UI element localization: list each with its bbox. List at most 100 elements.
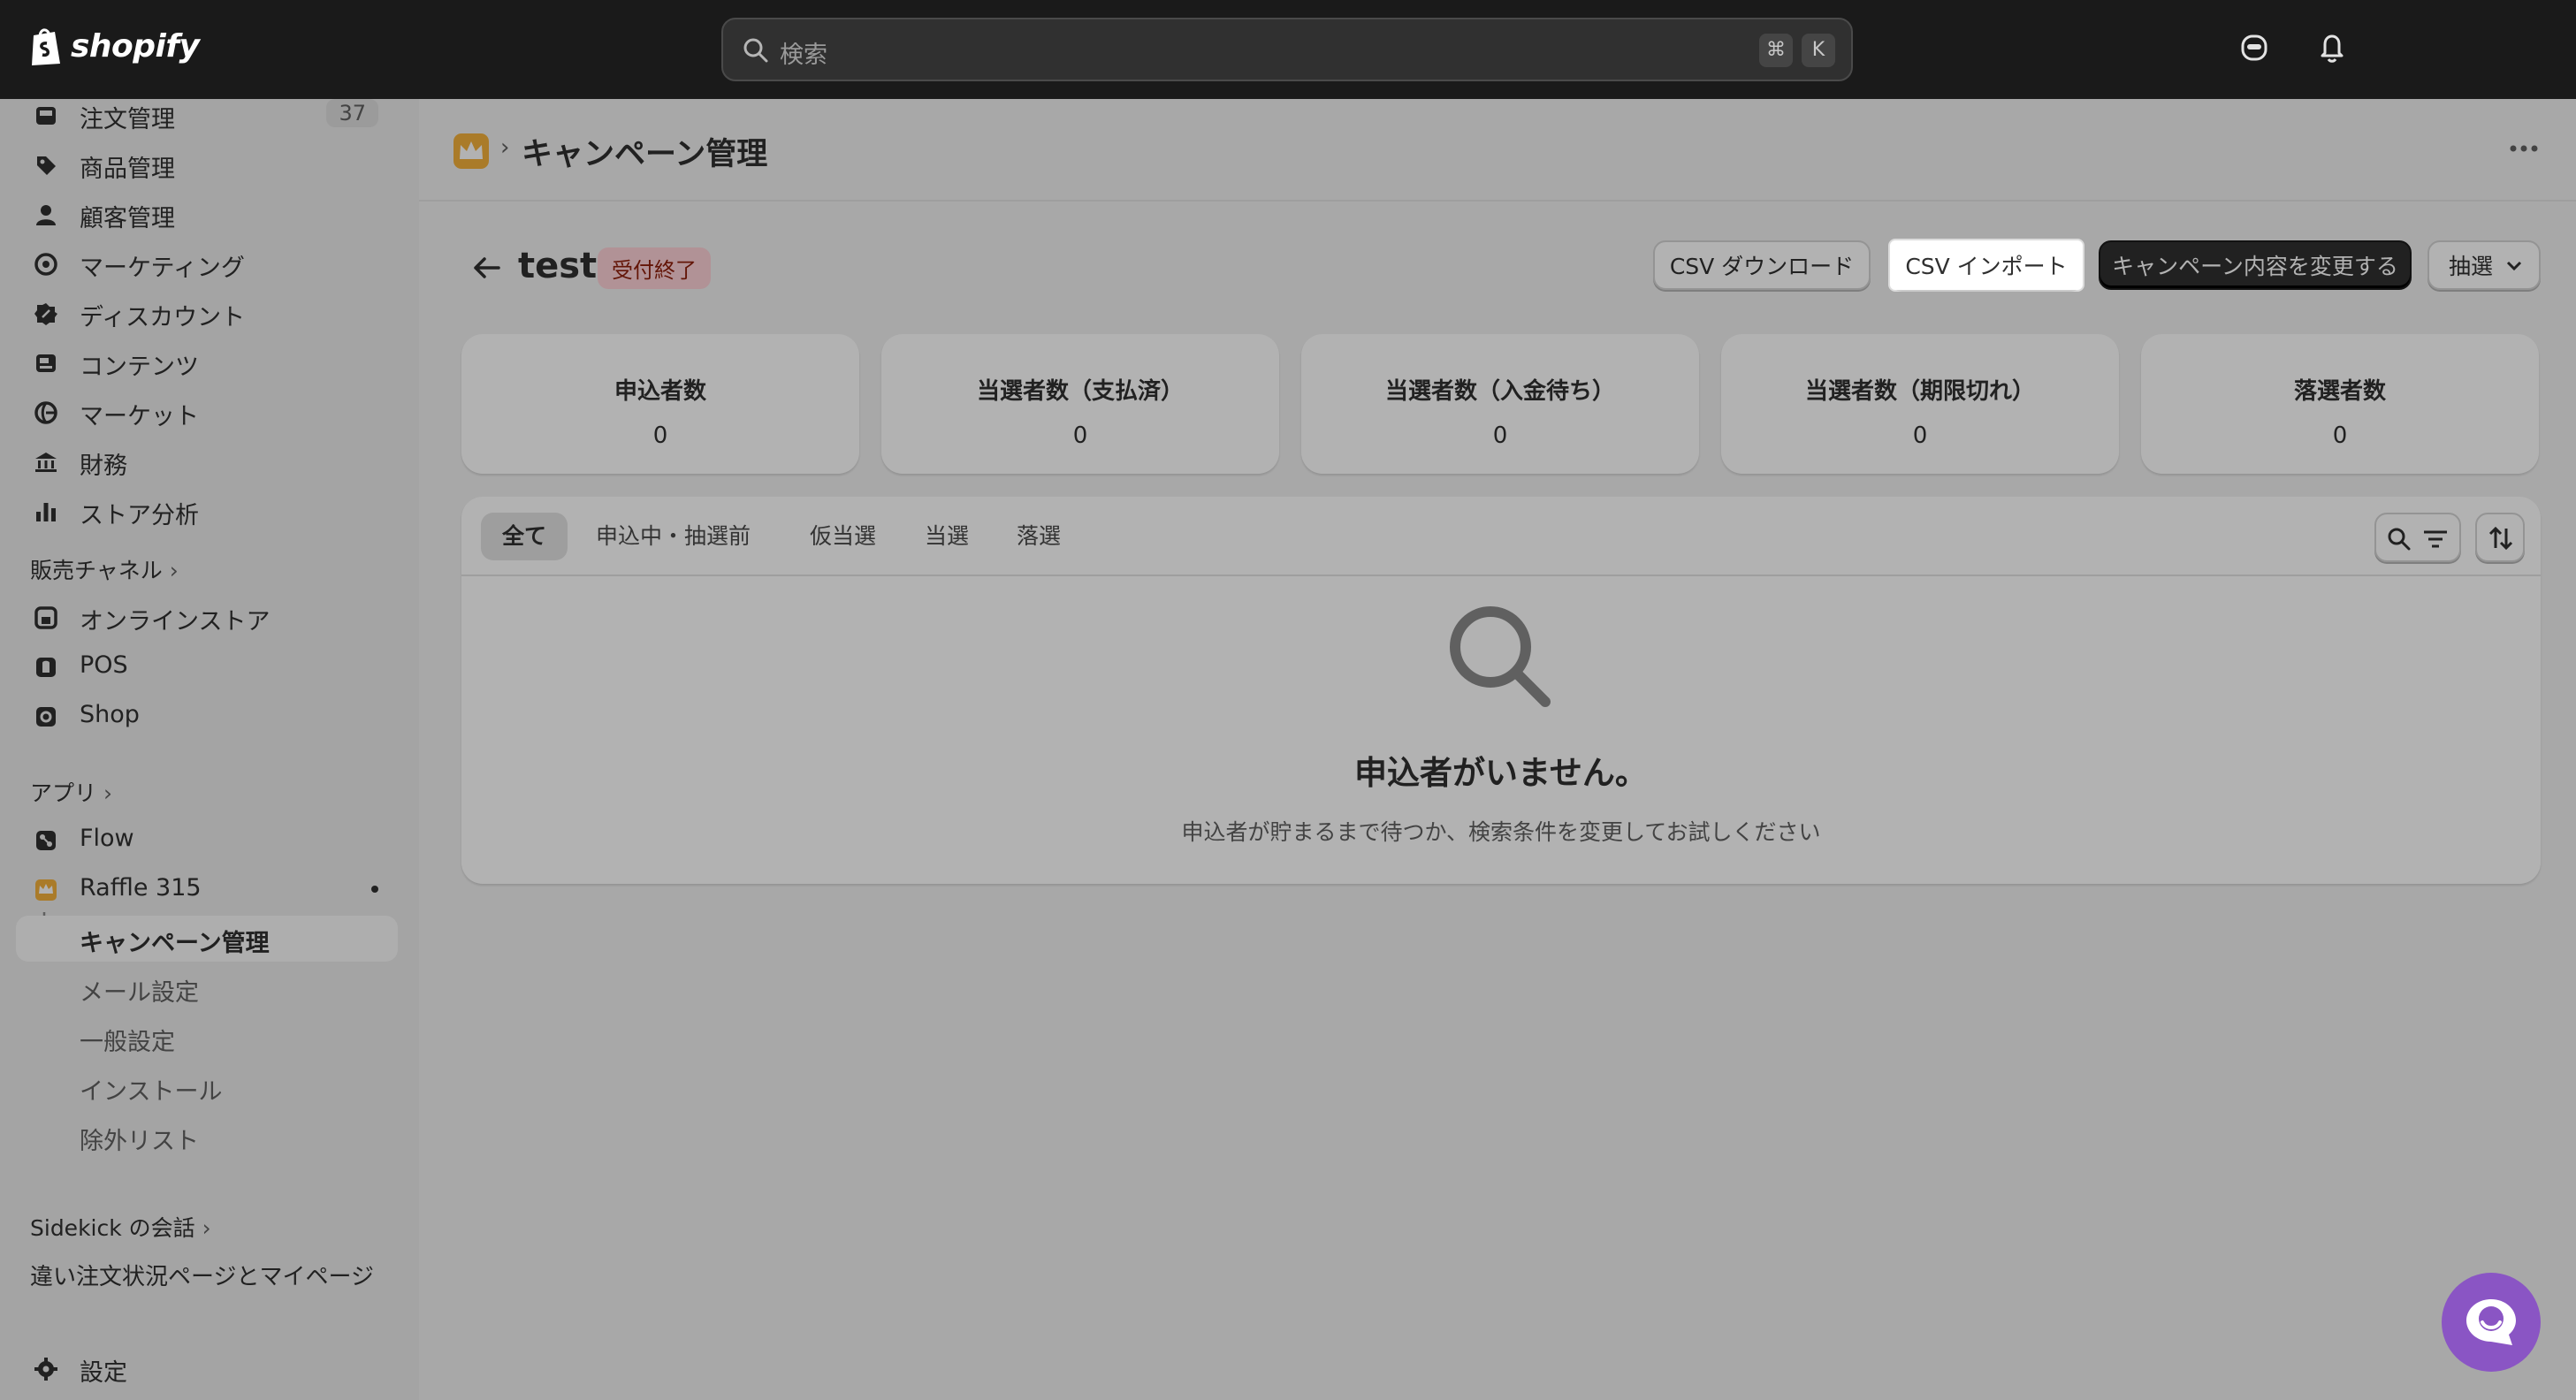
sidebar-item-label: Flow bbox=[80, 825, 134, 852]
apps-label: アプリ bbox=[30, 780, 97, 806]
stat-card-losers: 落選者数 0 bbox=[2141, 334, 2539, 474]
tab-provisional-win[interactable]: 仮当選 bbox=[789, 513, 897, 560]
sidebar-item-install[interactable]: インストール bbox=[16, 1064, 398, 1110]
sidebar-item-customers[interactable]: 顧客管理 bbox=[16, 191, 398, 237]
edit-campaign-button[interactable]: キャンペーン内容を変更する bbox=[2099, 240, 2412, 290]
draw-button-label: 抽選 bbox=[2449, 254, 2494, 279]
sidebar-item-label: ストア分析 bbox=[80, 502, 199, 529]
search-filter-button[interactable] bbox=[2374, 513, 2461, 562]
sales-channels-label: 販売チャネル bbox=[30, 558, 163, 583]
filter-tabs: 全て 申込中・抽選前 仮当選 当選 落選 bbox=[461, 497, 2541, 576]
sidebar-item-label: インストール bbox=[80, 1078, 223, 1106]
sidekick-icon[interactable] bbox=[2240, 32, 2268, 64]
sidebar-item-campaign-management[interactable]: キャンペーン管理 bbox=[16, 916, 398, 962]
pin-dot-icon bbox=[371, 886, 378, 893]
stat-value: 0 bbox=[1072, 422, 1088, 449]
sidebar-item-exclusion-list[interactable]: 除外リスト bbox=[16, 1114, 398, 1160]
chevron-down-icon bbox=[2506, 261, 2522, 271]
sidekick-conversation-item[interactable]: 違い注文状況ページとマイページ bbox=[30, 1259, 374, 1291]
sidebar-item-general-settings[interactable]: 一般設定 bbox=[16, 1015, 398, 1061]
search-input[interactable]: 検索 ⌘ K bbox=[721, 18, 1853, 81]
sidebar-item-label: キャンペーン管理 bbox=[80, 930, 270, 957]
sidebar-item-mail-settings[interactable]: メール設定 bbox=[16, 965, 398, 1011]
applicants-card: 全て 申込中・抽選前 仮当選 当選 落選 申込者がいません。 申込者が貯まるまで… bbox=[461, 497, 2541, 884]
globe-icon bbox=[34, 401, 57, 424]
sidebar-item-label: Shop bbox=[80, 701, 140, 728]
sidebar-item-analytics[interactable]: ストア分析 bbox=[16, 488, 398, 534]
bank-icon bbox=[35, 453, 57, 472]
raffle-app-icon bbox=[35, 879, 57, 901]
chat-icon bbox=[2466, 1299, 2516, 1345]
target-icon bbox=[34, 253, 57, 276]
sort-icon bbox=[2488, 526, 2513, 551]
logo-text: shopify bbox=[71, 27, 200, 65]
orders-count-badge: 37 bbox=[326, 99, 378, 127]
stat-card-winners-paid: 当選者数（支払済） 0 bbox=[881, 334, 1279, 474]
sidebar-item-label: 商品管理 bbox=[80, 156, 175, 183]
search-placeholder: 検索 bbox=[780, 42, 827, 69]
draw-dropdown-button[interactable]: 抽選 bbox=[2427, 240, 2541, 290]
breadcrumb-title: キャンペーン管理 bbox=[522, 137, 768, 172]
stat-card-winners-awaiting-payment: 当選者数（入金待ち） 0 bbox=[1301, 334, 1699, 474]
tab-all[interactable]: 全て bbox=[481, 513, 568, 560]
stat-value: 0 bbox=[1492, 422, 1508, 449]
sidebar-item-settings[interactable]: 設定 bbox=[16, 1345, 398, 1391]
sales-channels-heading[interactable]: 販売チャネル › bbox=[30, 553, 179, 585]
app-header: › キャンペーン管理 bbox=[419, 99, 2576, 202]
stat-value: 0 bbox=[2332, 422, 2348, 449]
sort-button[interactable] bbox=[2475, 513, 2525, 562]
apps-heading[interactable]: アプリ › bbox=[30, 776, 112, 808]
tab-lost[interactable]: 落選 bbox=[995, 513, 1082, 560]
more-actions-icon[interactable] bbox=[2509, 143, 2539, 154]
sidebar-item-label: ディスカウント bbox=[80, 304, 246, 331]
stat-label: 当選者数（入金待ち） bbox=[1384, 378, 1615, 405]
sidebar-item-label: 設定 bbox=[80, 1359, 127, 1387]
filter-icon bbox=[2424, 530, 2447, 548]
sidebar-item-finance[interactable]: 財務 bbox=[16, 438, 398, 484]
shopify-bag-icon bbox=[32, 28, 60, 65]
stat-label: 申込者数 bbox=[614, 378, 706, 405]
sidebar-item-flow[interactable]: Flow bbox=[16, 817, 398, 863]
sidebar-item-label: POS bbox=[80, 651, 128, 679]
sidebar-item-label: 除外リスト bbox=[80, 1128, 199, 1155]
shopify-logo[interactable]: shopify bbox=[28, 25, 200, 67]
shortcut-k-key: K bbox=[1802, 34, 1835, 67]
breadcrumb-chevron-icon: › bbox=[500, 134, 510, 161]
sidebar-item-label: メール設定 bbox=[80, 979, 199, 1007]
tab-applying[interactable]: 申込中・抽選前 bbox=[575, 513, 772, 560]
sidekick-heading[interactable]: Sidekick の会話 › bbox=[30, 1211, 211, 1243]
sidebar-item-discounts[interactable]: ディスカウント bbox=[16, 290, 398, 336]
sidebar-item-pos[interactable]: POS bbox=[16, 643, 398, 689]
back-arrow-icon[interactable] bbox=[472, 255, 502, 281]
person-icon bbox=[36, 205, 56, 225]
main-content: › キャンペーン管理 test 受付終了 CSV ダウンロード CSV インポー… bbox=[419, 99, 2576, 1400]
stat-label: 当選者数（支払済） bbox=[976, 378, 1184, 405]
tab-won[interactable]: 当選 bbox=[903, 513, 990, 560]
csv-import-button[interactable]: CSV インポート bbox=[1890, 240, 2083, 290]
sidebar-item-online-store[interactable]: オンラインストア bbox=[16, 594, 398, 640]
sidebar-item-markets[interactable]: マーケット bbox=[16, 389, 398, 435]
sidebar-item-label: 顧客管理 bbox=[80, 205, 175, 232]
pos-icon bbox=[36, 658, 56, 677]
tag-icon bbox=[37, 156, 56, 175]
sidebar-item-orders[interactable]: 注文管理 37 bbox=[16, 92, 398, 138]
sidebar-item-content[interactable]: コンテンツ bbox=[16, 339, 398, 385]
empty-state-subtitle: 申込者が貯まるまで待つか、検索条件を変更してお試しください bbox=[1181, 819, 1821, 845]
sidebar-item-marketing[interactable]: マーケティング bbox=[16, 240, 398, 286]
page-title: test bbox=[518, 246, 598, 286]
sidebar-item-raffle[interactable]: Raffle 315 bbox=[16, 866, 398, 912]
sidebar-item-label: オンラインストア bbox=[80, 608, 271, 635]
sidebar-item-shop[interactable]: Shop bbox=[16, 693, 398, 739]
gear-icon bbox=[34, 1358, 57, 1381]
stat-value: 0 bbox=[1912, 422, 1928, 449]
notification-bell-icon[interactable] bbox=[2318, 32, 2346, 64]
raffle-app-logo-icon bbox=[453, 133, 489, 169]
chat-button[interactable] bbox=[2442, 1273, 2541, 1372]
sidebar-item-label: 財務 bbox=[80, 453, 127, 480]
sidebar-item-products[interactable]: 商品管理 bbox=[16, 141, 398, 187]
csv-download-button[interactable]: CSV ダウンロード bbox=[1653, 240, 1871, 290]
chevron-right-icon: › bbox=[169, 558, 179, 583]
sidekick-label: Sidekick の会話 bbox=[30, 1215, 195, 1241]
top-bar: shopify 検索 ⌘ K bbox=[0, 0, 2576, 99]
sidebar-item-label: マーケティング bbox=[80, 255, 245, 282]
